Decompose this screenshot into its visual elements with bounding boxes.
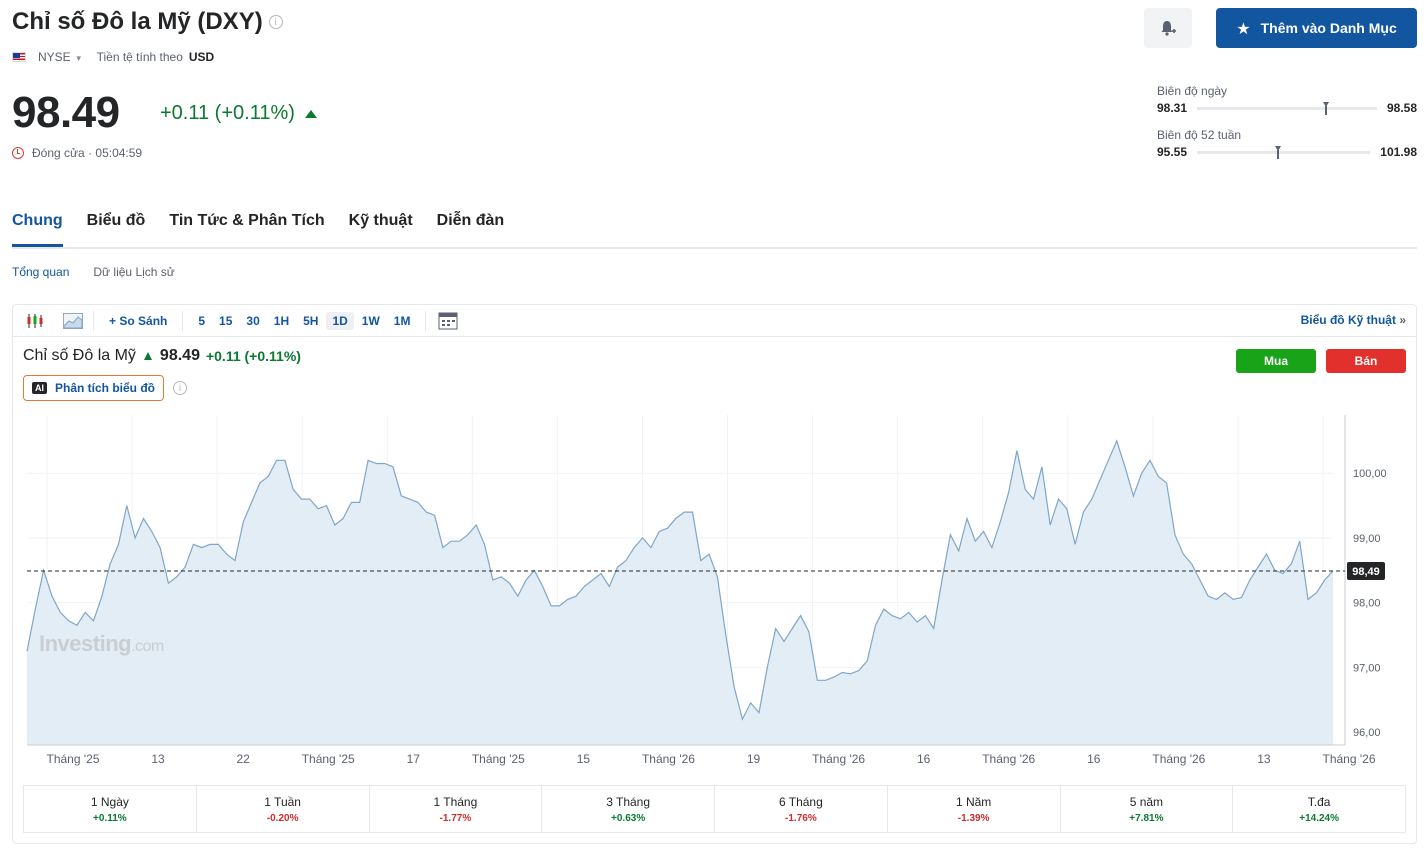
clock-icon [12, 147, 24, 159]
day-range-bar [1197, 101, 1377, 115]
performance-cell[interactable]: T.đa +14.24% [1233, 786, 1405, 832]
tabs-divider [12, 247, 1417, 249]
subtab-historical-data[interactable]: Dữ liệu Lịch sử [93, 265, 174, 279]
x-tick-label: Tháng '26 [642, 752, 695, 766]
investing-watermark: Investing.com [39, 631, 164, 657]
performance-label: 5 năm [1129, 794, 1164, 809]
performance-cell[interactable]: 6 Tháng -1.76% [715, 786, 888, 832]
performance-label: 1 Năm [955, 794, 992, 809]
day-range-low: 98.31 [1157, 101, 1188, 115]
x-tick-label: 19 [747, 752, 761, 766]
day-range-label: Biên độ ngày [1157, 84, 1228, 98]
exchange-label: NYSE [38, 50, 71, 64]
watermark-suffix: .com [131, 638, 164, 655]
exchange-selector[interactable]: NYSE ▼ [38, 50, 83, 64]
up-arrow-icon [304, 109, 317, 118]
week52-range-bar [1197, 145, 1371, 159]
week52-range-low: 95.55 [1157, 145, 1188, 159]
performance-cell[interactable]: 1 Tháng -1.77% [370, 786, 543, 832]
performance-label: 1 Ngày [90, 794, 129, 809]
currency-label: Tiền tệ tính theo [96, 50, 183, 64]
subtab-overview[interactable]: Tổng quan [12, 265, 69, 279]
x-tick-label: Tháng '25 [472, 752, 525, 766]
tab-forum[interactable]: Diễn đàn [437, 212, 505, 247]
performance-cell[interactable]: 1 Tuần -0.20% [197, 786, 370, 832]
bell-plus-icon [1161, 21, 1176, 36]
day-range-high: 98.58 [1386, 101, 1417, 115]
performance-value: +0.63% [611, 812, 646, 824]
performance-cell[interactable]: 1 Ngày +0.11% [24, 786, 197, 832]
x-tick-label: 15 [577, 752, 591, 766]
performance-cell[interactable]: 3 Tháng +0.63% [542, 786, 715, 832]
alert-button[interactable] [1144, 8, 1192, 48]
chart-panel: + So Sánh 5 15 30 1H 5H 1D 1W 1M Biểu đồ… [12, 304, 1417, 844]
star-icon: ★ [1236, 18, 1251, 38]
y-tick-label: 99,00 [1353, 533, 1381, 545]
x-tick-label: Tháng '26 [1152, 752, 1205, 766]
performance-cell[interactable]: 1 Năm -1.39% [888, 786, 1061, 832]
add-to-watchlist-button[interactable]: ★ Thêm vào Danh Mục [1216, 8, 1417, 48]
x-tick-label: 16 [1087, 752, 1101, 766]
performance-value: -1.76% [785, 812, 817, 824]
x-tick-label: 13 [151, 752, 165, 766]
last-price: 98.49 [12, 88, 120, 137]
meta-row: NYSE ▼ Tiền tệ tính theo USD [12, 50, 214, 64]
performance-value: +14.24% [1299, 812, 1339, 824]
x-tick-label: Tháng '26 [982, 752, 1035, 766]
market-status: Đóng cửa · 05:04:59 [12, 146, 142, 160]
watermark-main: Investing [39, 631, 132, 656]
tab-news-analysis[interactable]: Tin Tức & Phân Tích [169, 212, 324, 247]
performance-cell[interactable]: 5 năm +7.81% [1061, 786, 1234, 832]
last-price-label: 98,49 [1352, 566, 1380, 578]
market-status-text: Đóng cửa · 05:04:59 [32, 146, 143, 160]
week52-range-high: 101.98 [1380, 145, 1417, 159]
performance-value: +7.81% [1129, 812, 1164, 824]
page-title: Chỉ số Đô la Mỹ (DXY) [12, 8, 263, 35]
performance-label: 3 Tháng [606, 794, 651, 809]
x-tick-label: Tháng '26 [1323, 752, 1376, 766]
performance-label: 1 Tháng [433, 794, 478, 809]
y-tick-label: 97,00 [1353, 662, 1381, 674]
price-change: +0.11 (+0.11%) [160, 102, 317, 125]
watchlist-button-label: Thêm vào Danh Mục [1260, 20, 1397, 36]
price-chart[interactable]: 100,00 99,00 98,00 97,00 96,00 Tháng '25 13 22 T… [13, 305, 1418, 783]
x-tick-label: 13 [1257, 752, 1271, 766]
caret-down-icon: ▼ [74, 54, 83, 63]
performance-strip: 1 Ngày +0.11% 1 Tuần -0.20% 1 Tháng -1.77% 3 T… [23, 785, 1406, 833]
performance-value: -1.39% [957, 812, 990, 824]
tab-technical[interactable]: Kỹ thuật [349, 212, 413, 247]
x-tick-label: Tháng '25 [47, 752, 100, 766]
performance-value: +0.11% [93, 812, 127, 824]
performance-label: T.đa [1307, 794, 1331, 809]
x-tick-label: 16 [917, 752, 931, 766]
performance-label: 1 Tuần [264, 794, 301, 809]
info-icon[interactable]: i [268, 15, 283, 29]
performance-label: 6 Tháng [778, 794, 823, 809]
x-tick-label: Tháng '26 [812, 752, 865, 766]
x-tick-label: 17 [407, 752, 421, 766]
tab-chart[interactable]: Biểu đồ [87, 212, 146, 247]
week52-range-label: Biên độ 52 tuần [1157, 128, 1242, 142]
us-flag-icon [12, 52, 26, 62]
x-tick-label: 22 [236, 752, 250, 766]
y-tick-label: 96,00 [1353, 727, 1381, 739]
performance-value: -0.20% [266, 812, 299, 824]
y-tick-label: 100,00 [1353, 468, 1387, 480]
sub-tabs: Tổng quan Dữ liệu Lịch sử [12, 265, 175, 279]
week52-range-marker [1275, 145, 1281, 159]
main-tabs: Chung Biểu đồ Tin Tức & Phân Tích Kỹ thu… [12, 212, 504, 247]
day-range-marker [1322, 101, 1329, 115]
x-tick-label: Tháng '25 [302, 752, 355, 766]
performance-value: -1.77% [439, 812, 472, 824]
tab-general[interactable]: Chung [12, 212, 63, 247]
price-change-value: +0.11 (+0.11%) [160, 102, 295, 124]
title-row: Chỉ số Đô la Mỹ (DXY) i [12, 8, 283, 36]
day-range: Biên độ ngày 98.31 98.58 [1157, 84, 1417, 115]
week52-range: Biên độ 52 tuần 95.55 101.98 [1157, 128, 1417, 159]
currency-value: USD [188, 50, 215, 64]
y-tick-label: 98,00 [1353, 598, 1381, 610]
